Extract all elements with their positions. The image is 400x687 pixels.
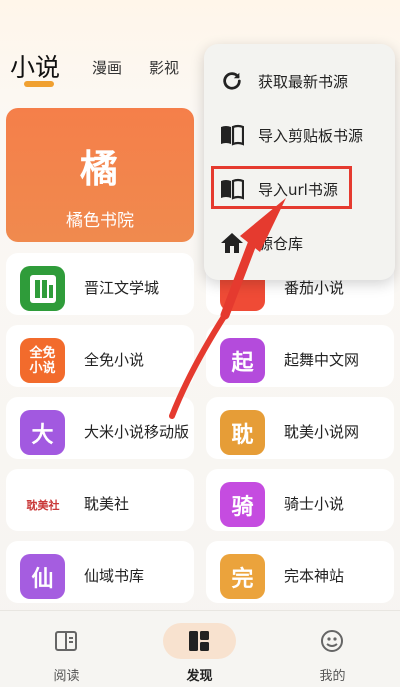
qiwu-logo-icon: 起 [220, 338, 265, 383]
site-name: 骑士小说 [284, 495, 345, 513]
site-card-jjwxc[interactable]: 晋江文学城 [6, 253, 194, 315]
bottom-navigation: 阅读 发现 我的 [0, 610, 400, 687]
tab-video[interactable]: 影视 [149, 57, 179, 78]
featured-site-card[interactable]: 橘 橘色书院 [6, 108, 194, 242]
nav-label: 我的 [319, 669, 346, 684]
menu-label: 源仓库 [258, 235, 304, 253]
source-popup-menu: 获取最新书源 导入剪贴板书源 导入url书源 源仓库 [204, 44, 395, 280]
wanben-logo-icon: 完 [220, 554, 265, 599]
tab-active-indicator [24, 81, 54, 87]
site-card-quanmian[interactable]: 全免 小说 全免小说 [6, 325, 194, 387]
site-name: 耽美小说网 [284, 423, 360, 441]
site-name: 番茄小说 [284, 279, 345, 297]
tab-novel[interactable]: 小说 [10, 48, 60, 84]
nav-discover[interactable]: 发现 [133, 611, 266, 687]
profile-icon [321, 630, 343, 652]
site-name: 大米小说移动版 [84, 423, 190, 441]
book-icon [221, 124, 244, 146]
menu-label: 导入剪贴板书源 [258, 127, 364, 145]
site-card-xianyu[interactable]: 仙 仙域书库 [6, 541, 194, 603]
menu-item-source-repo[interactable]: 源仓库 [204, 216, 395, 270]
menu-item-import-clipboard[interactable]: 导入剪贴板书源 [204, 108, 395, 162]
site-name: 仙域书库 [84, 567, 145, 585]
annotation-highlight-box [211, 166, 352, 209]
site-card-qiwu[interactable]: 起 起舞中文网 [206, 325, 394, 387]
jjwxc-logo-icon [20, 266, 65, 311]
refresh-icon [223, 72, 241, 90]
home-icon [221, 233, 243, 253]
site-card-dami[interactable]: 大 大米小说移动版 [6, 397, 194, 459]
site-card-wanben[interactable]: 完 完本神站 [206, 541, 394, 603]
site-card-danmeishe[interactable]: 耽美社 耽美社 [6, 469, 194, 531]
tab-comic[interactable]: 漫画 [92, 57, 122, 78]
xianyu-logo-icon: 仙 [20, 554, 65, 599]
site-name: 晋江文学城 [84, 279, 160, 297]
dami-logo-icon: 大 [20, 410, 65, 455]
site-name: 耽美社 [84, 495, 130, 513]
qishi-logo-icon: 骑 [220, 482, 265, 527]
site-name: 起舞中文网 [284, 351, 360, 369]
nav-profile[interactable]: 我的 [266, 611, 399, 687]
danmeishe-logo-icon: 耽美社 [18, 482, 68, 527]
menu-item-fetch-latest[interactable]: 获取最新书源 [204, 54, 395, 108]
nav-read[interactable]: 阅读 [0, 611, 133, 687]
featured-site-name: 橘色书院 [66, 211, 134, 231]
site-name: 完本神站 [284, 567, 345, 585]
nav-label: 发现 [186, 669, 213, 684]
menu-label: 获取最新书源 [258, 73, 349, 91]
danmei-logo-icon: 耽 [220, 410, 265, 455]
nav-label: 阅读 [53, 669, 80, 684]
site-name: 全免小说 [84, 351, 145, 369]
quanmian-logo-icon: 全免 小说 [20, 338, 65, 383]
featured-site-logo: 橘 [79, 147, 120, 191]
site-card-danmei-net[interactable]: 耽 耽美小说网 [206, 397, 394, 459]
book-open-icon [55, 631, 77, 651]
site-card-qishi[interactable]: 骑 骑士小说 [206, 469, 394, 531]
discover-grid-icon [189, 631, 209, 651]
